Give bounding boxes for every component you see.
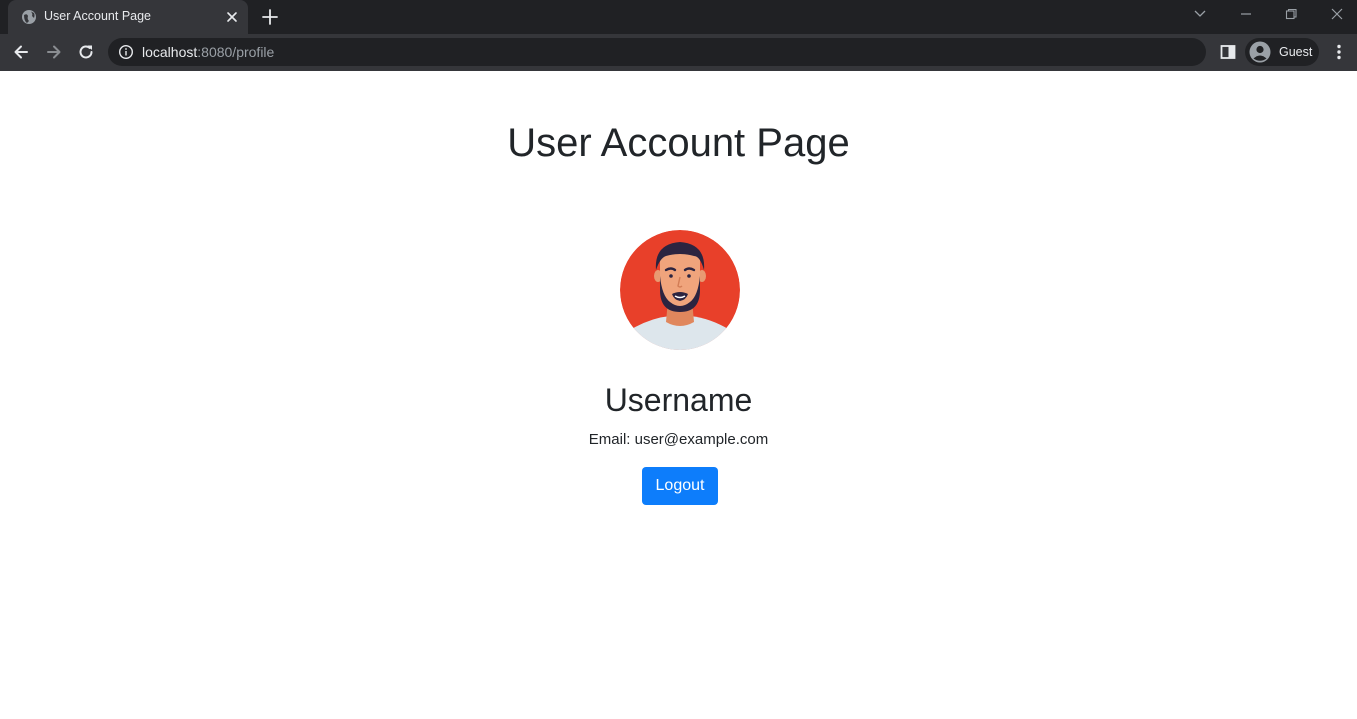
url-host: localhost: [142, 44, 198, 60]
profile-label: Guest: [1279, 45, 1313, 59]
url-text: localhost:8080/profile: [142, 44, 274, 60]
tab-title: User Account Page: [44, 9, 152, 23]
username-heading: Username: [604, 382, 753, 418]
account-icon: [1249, 41, 1271, 63]
globe-icon: [22, 10, 36, 24]
address-bar[interactable]: localhost:8080/profile: [108, 38, 1206, 66]
url-path: :8080/profile: [197, 44, 275, 60]
forward-icon[interactable]: [44, 42, 64, 62]
browser-tab[interactable]: User Account Page: [8, 0, 248, 34]
close-window-icon[interactable]: [1330, 7, 1344, 21]
minimize-icon[interactable]: [1239, 7, 1253, 21]
reload-icon[interactable]: [76, 42, 96, 62]
tab-strip: User Account Page: [0, 0, 1357, 34]
page-content: User Account Page Username Email: user@e…: [0, 71, 1357, 719]
avatar-illustration: [620, 230, 740, 350]
browser-toolbar: localhost:8080/profile Guest: [0, 34, 1357, 71]
avatar: [620, 230, 740, 350]
back-icon[interactable]: [11, 42, 31, 62]
restore-icon[interactable]: [1284, 7, 1298, 21]
menu-icon[interactable]: [1329, 42, 1349, 62]
tab-search-icon[interactable]: [1193, 7, 1207, 21]
logout-button[interactable]: Logout: [642, 467, 718, 505]
site-info-icon[interactable]: [118, 44, 134, 60]
page-title: User Account Page: [507, 121, 850, 165]
profile-button[interactable]: Guest: [1245, 38, 1319, 66]
side-panel-icon[interactable]: [1218, 42, 1238, 62]
email-text: Email: user@example.com: [588, 431, 769, 448]
new-tab-icon[interactable]: [261, 8, 279, 26]
close-icon[interactable]: [224, 9, 240, 25]
